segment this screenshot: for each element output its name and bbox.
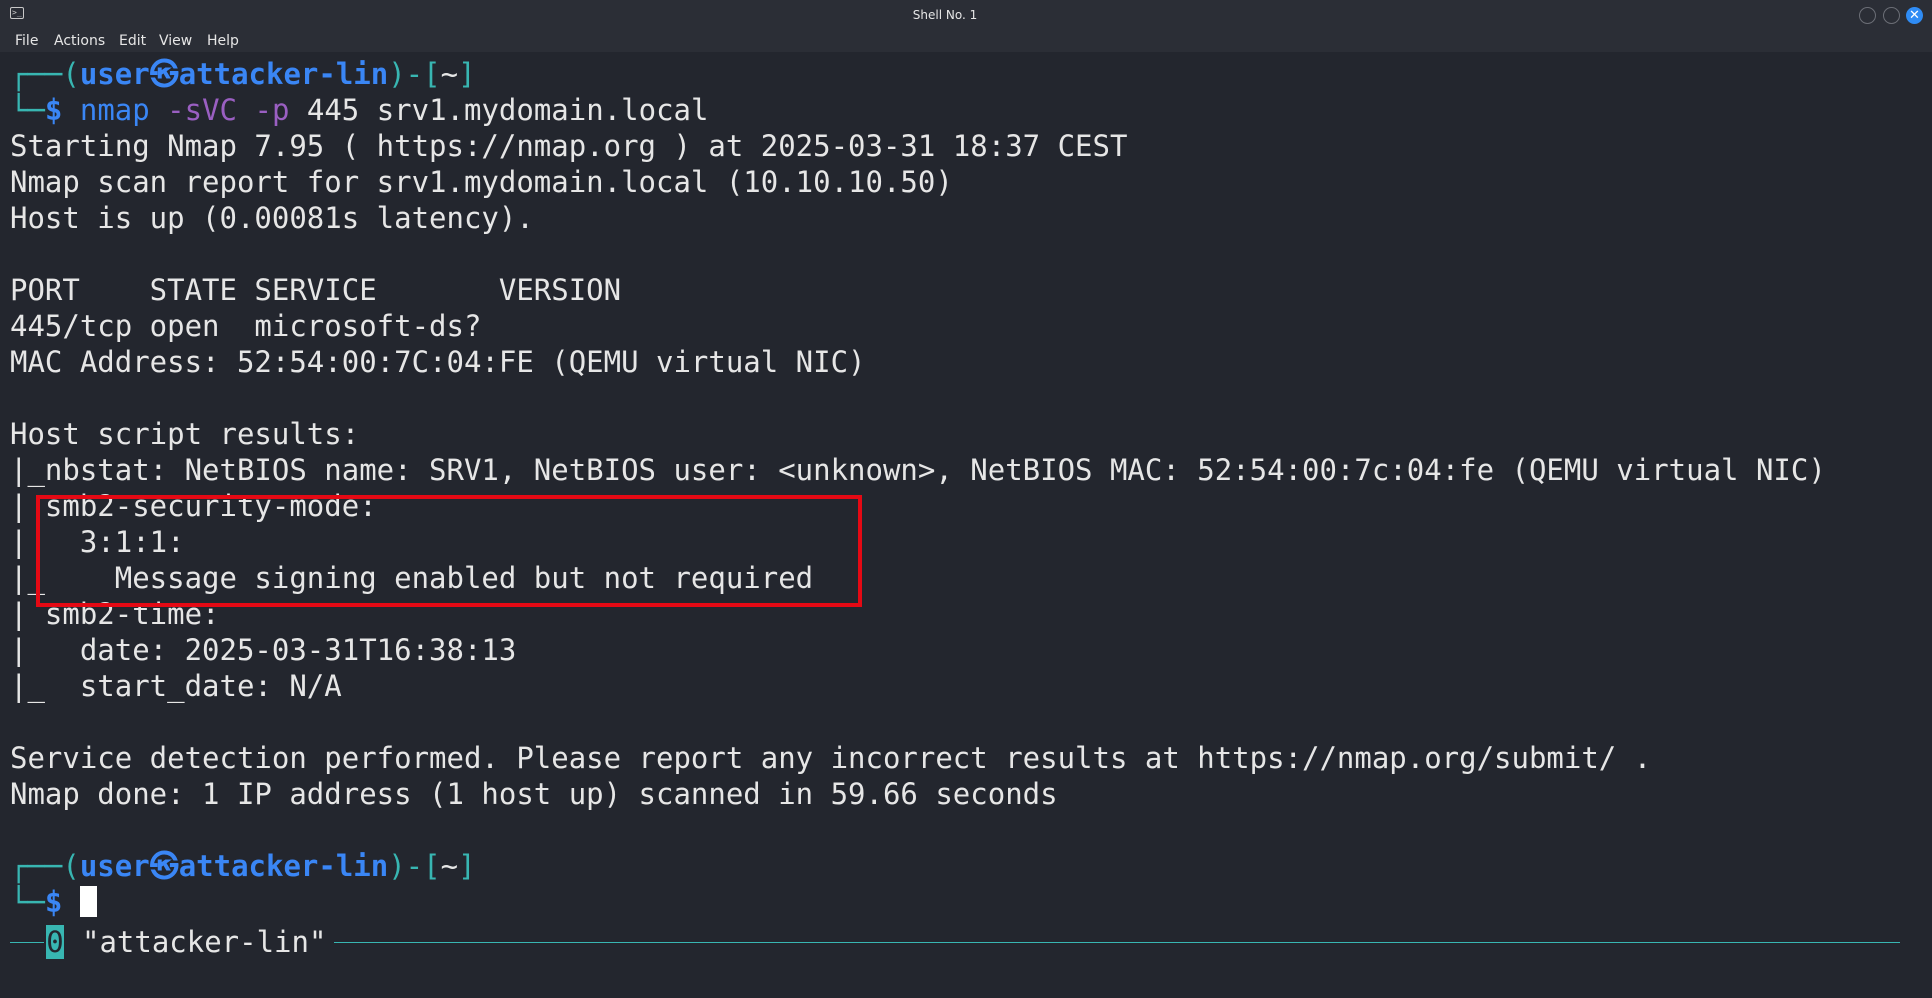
prompt-user: user — [79, 849, 150, 883]
smb-signing-highlight-box — [36, 495, 862, 607]
maximize-button[interactable] — [1883, 7, 1900, 24]
command-option: -p — [254, 93, 290, 127]
output-line: MAC Address: 52:54:00:7C:04:FE (QEMU vir… — [10, 345, 866, 379]
tmux-window-name[interactable]: "attacker-lin" — [82, 925, 326, 959]
prompt-user: user — [79, 57, 150, 91]
command-args: 445 srv1.mydomain.local — [306, 93, 709, 127]
command-line: └─$ nmap -sVC -p 445 srv1.mydomain.local — [10, 93, 709, 127]
command-option: -sVC — [167, 93, 238, 127]
prompt-dir: ~ — [440, 849, 459, 883]
status-divider — [10, 942, 44, 943]
output-line: |_nbstat: NetBIOS name: SRV1, NetBIOS us… — [10, 453, 1826, 487]
output-line: Nmap done: 1 IP address (1 host up) scan… — [10, 777, 1058, 811]
tmux-window-index[interactable]: 0 — [46, 925, 64, 959]
prompt-separator-icon: ㉿ — [149, 57, 179, 91]
output-line: Host script results: — [10, 417, 360, 451]
menu-file[interactable]: File — [15, 33, 38, 49]
output-line: Nmap scan report for srv1.mydomain.local… — [10, 165, 953, 199]
output-line: Starting Nmap 7.95 ( https://nmap.org ) … — [10, 129, 1128, 163]
output-line: PORT STATE SERVICE VERSION — [10, 273, 622, 307]
menu-view[interactable]: View — [159, 33, 192, 49]
prompt-host: attacker-lin — [178, 57, 389, 91]
window-title: Shell No. 1 — [912, 8, 978, 22]
tmux-status-bar: 0 "attacker-lin" — [10, 925, 1900, 961]
output-line: Service detection performed. Please repo… — [10, 741, 1652, 775]
prompt-line-top: ┌──(user㉿attacker-lin)-[~] — [10, 849, 476, 883]
output-line: 445/tcp open microsoft-ds? — [10, 309, 482, 343]
prompt-dir: ~ — [440, 57, 459, 91]
prompt-separator-icon: ㉿ — [149, 849, 179, 883]
input-line[interactable]: └─$ — [10, 884, 97, 920]
command-name: nmap — [79, 93, 150, 127]
menu-edit[interactable]: Edit — [119, 33, 146, 49]
close-button[interactable]: ✕ — [1906, 7, 1923, 24]
text-cursor — [79, 886, 97, 917]
status-divider — [334, 942, 1900, 943]
prompt-line-top: ┌──(user㉿attacker-lin)-[~] — [10, 57, 476, 91]
menu-help[interactable]: Help — [207, 33, 239, 49]
title-bar[interactable]: >_ Shell No. 1 ✕ — [0, 0, 1932, 30]
output-line: |_ start_date: N/A — [10, 669, 342, 703]
output-line: Host is up (0.00081s latency). — [10, 201, 534, 235]
prompt-host: attacker-lin — [178, 849, 389, 883]
minimize-button[interactable] — [1859, 7, 1876, 24]
terminal-window: >_ Shell No. 1 ✕ File Actions Edit View … — [0, 0, 1932, 998]
menu-actions[interactable]: Actions — [54, 33, 105, 49]
output-line: | date: 2025-03-31T16:38:13 — [10, 633, 517, 667]
menu-bar: File Actions Edit View Help — [0, 30, 1932, 52]
